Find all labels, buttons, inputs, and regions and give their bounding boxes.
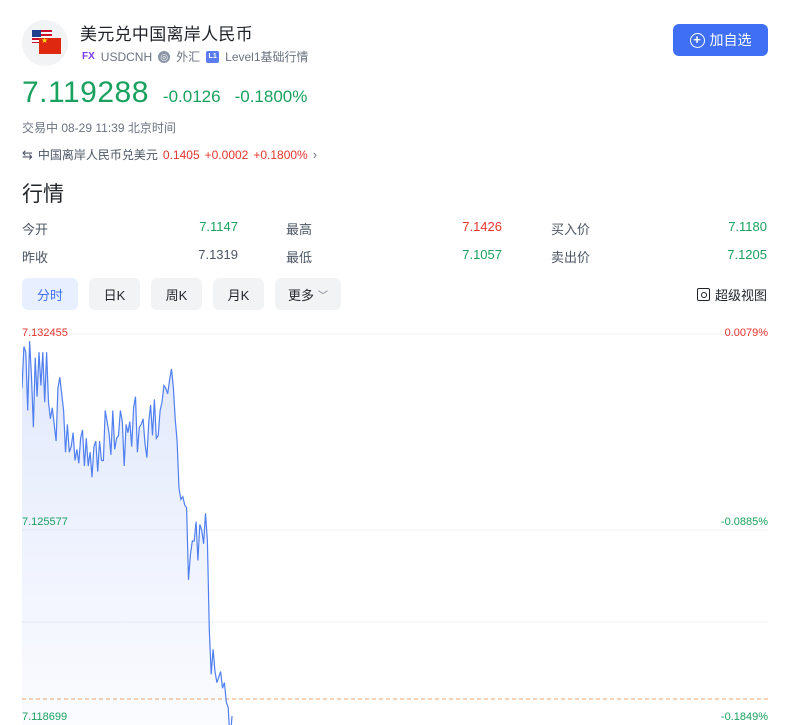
currency-pair-flag-icon: ★: [22, 20, 68, 66]
symbol-code: USDCNH: [100, 49, 153, 64]
y-label-right-bottom: -0.1849%: [720, 711, 768, 723]
tab-weekly-k[interactable]: 周K: [151, 278, 202, 310]
tab-more[interactable]: 更多 ﹀: [275, 278, 341, 310]
stats-row: 昨收 7.1319 最低 7.1057 卖出价 7.1205: [22, 243, 768, 271]
plus-circle-icon: +: [689, 32, 705, 48]
chevron-down-icon: ﹀: [318, 290, 328, 302]
prev-close-value: 7.1319: [198, 247, 238, 262]
instrument-header: ★ 美元兑中国离岸人民币 FX USDCNH ◎ 外汇 L1 Level1基础行…: [22, 18, 768, 68]
reverse-pair-price: 0.1405: [162, 147, 200, 162]
instrument-meta: FX USDCNH ◎ 外汇 L1 Level1基础行情: [82, 48, 309, 65]
section-title: 行情: [22, 183, 64, 206]
reverse-pair-name: 中国离岸人民币兑美元: [37, 148, 158, 162]
tab-intraday[interactable]: 分时: [22, 278, 78, 310]
y-label-left-bottom: 7.118699: [22, 711, 68, 723]
y-label-left-mid: 7.125577: [22, 516, 68, 528]
y-label-left-top: 7.132455: [22, 327, 68, 339]
level1-icon: L1: [206, 50, 220, 63]
price-change: -0.0126: [162, 87, 221, 106]
open-value: 7.1147: [199, 219, 238, 234]
globe-icon: ◎: [158, 50, 171, 63]
bid-value: 7.1180: [728, 219, 767, 234]
level-label: Level1基础行情: [225, 50, 309, 64]
high-value: 7.1426: [462, 219, 502, 234]
price-change-percent: -0.1800%: [234, 87, 308, 106]
reverse-pair-link[interactable]: ⇆ 中国离岸人民币兑美元 0.1405 +0.0002 +0.1800% ›: [22, 146, 317, 163]
trading-status: 交易中 08-29 11:39 北京时间: [22, 121, 176, 135]
tab-more-label: 更多: [287, 287, 314, 303]
tab-daily-k[interactable]: 日K: [89, 278, 140, 310]
fx-badge: FX: [82, 51, 95, 62]
category-label: 外汇: [176, 50, 201, 64]
intraday-chart[interactable]: 7.132455 7.125577 7.118699 0.0079% -0.08…: [22, 322, 768, 725]
swap-arrows-icon: ⇆: [22, 146, 33, 162]
bid-label: 买入价: [551, 222, 591, 237]
prev-close-label: 昨收: [22, 250, 49, 265]
tab-monthly-k[interactable]: 月K: [213, 278, 264, 310]
add-watchlist-label: 加自选: [709, 32, 752, 48]
intraday-chart-svg: [22, 333, 768, 725]
ask-value: 7.1205: [727, 247, 767, 262]
y-label-right-top: 0.0079%: [724, 327, 768, 339]
add-watchlist-button[interactable]: + 加自选: [673, 24, 768, 56]
high-label: 最高: [286, 222, 313, 237]
super-view-label: 超级视图: [714, 288, 767, 303]
ask-label: 卖出价: [551, 250, 591, 265]
chevron-right-icon: ›: [312, 147, 318, 162]
last-price: 7.119288: [22, 76, 149, 109]
low-label: 最低: [286, 250, 313, 265]
super-view-button[interactable]: 超级视图: [696, 285, 767, 304]
y-label-right-mid: -0.0885%: [720, 516, 768, 528]
chart-period-tabs: 分时 日K 周K 月K 更多 ﹀: [22, 278, 341, 310]
low-value: 7.1057: [462, 247, 502, 262]
price-row: 7.119288 -0.0126 -0.1800%: [22, 76, 307, 110]
instrument-name: 美元兑中国离岸人民币: [80, 25, 253, 44]
reverse-pair-change-percent: +0.1800%: [253, 147, 308, 162]
quote-stats: 今开 7.1147 最高 7.1426 买入价 7.1180 昨收 7.1319…: [22, 215, 768, 271]
reverse-pair-change: +0.0002: [204, 147, 249, 162]
open-label: 今开: [22, 222, 49, 237]
fullscreen-icon: [696, 288, 710, 301]
price-area-fill: [22, 341, 232, 725]
stats-row: 今开 7.1147 最高 7.1426 买入价 7.1180: [22, 215, 768, 243]
